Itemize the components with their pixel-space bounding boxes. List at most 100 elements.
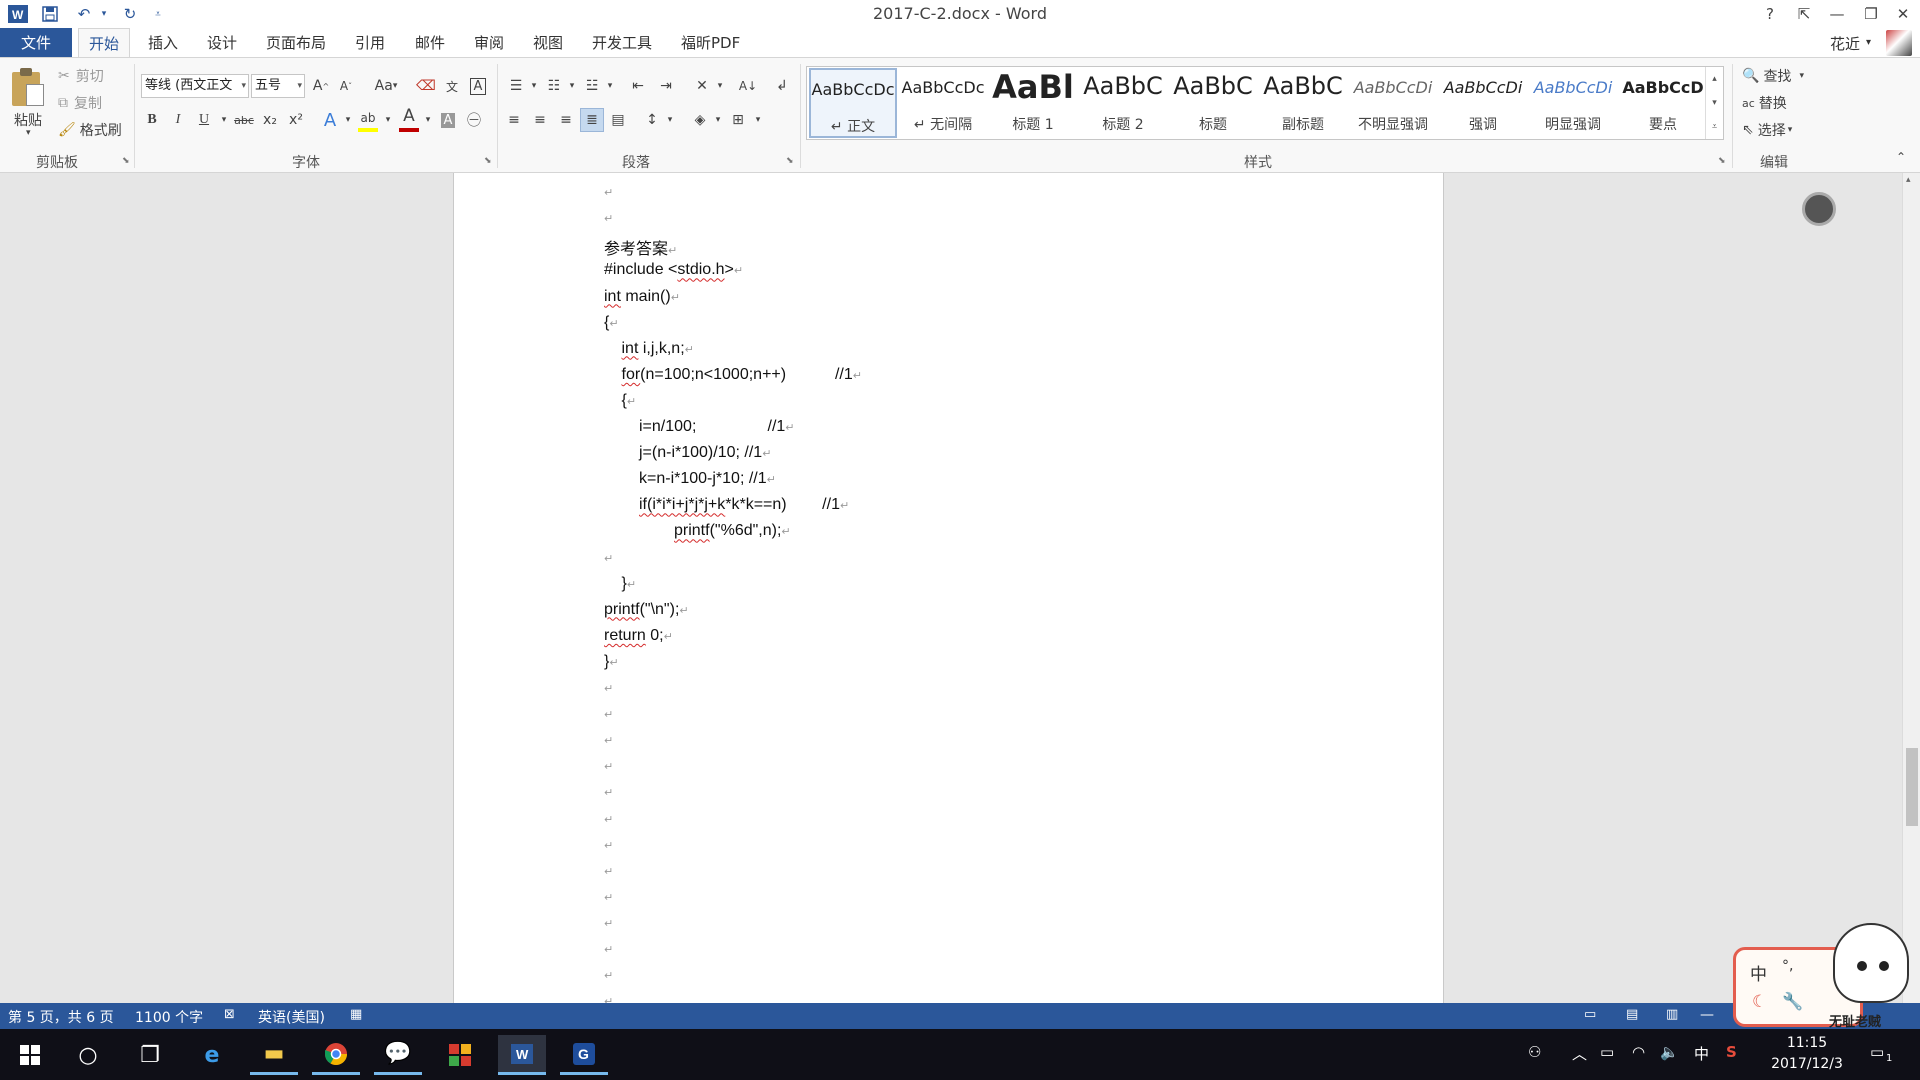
empty-paragraph[interactable]: ↵ — [604, 810, 613, 828]
empty-paragraph[interactable]: ↵ — [604, 731, 613, 749]
empty-paragraph[interactable]: ↵ — [604, 679, 613, 697]
code-line[interactable]: if(i*i*i+j*j*j+k*k*k==n) //1↵ — [639, 496, 849, 514]
empty-paragraph[interactable]: ↵ — [604, 783, 613, 801]
style-subtitle[interactable]: AaBbC 副标题 — [1259, 68, 1347, 138]
strikethrough-button[interactable]: abc — [232, 108, 256, 132]
style-intense-emphasis[interactable]: AaBbCcDi 明显强调 — [1529, 68, 1617, 138]
code-line[interactable]: {↵ — [604, 314, 619, 332]
align-center-icon[interactable]: ≡ — [528, 108, 552, 132]
windows-start-icon[interactable] — [6, 1035, 54, 1075]
edge-icon[interactable]: e — [188, 1035, 236, 1075]
empty-paragraph[interactable]: ↵ — [604, 862, 613, 880]
superscript-button[interactable]: x² — [284, 108, 308, 132]
decrease-indent-icon[interactable]: ⇤ — [626, 74, 650, 98]
empty-paragraph[interactable]: ↵ — [604, 705, 613, 723]
paste-icon[interactable] — [10, 68, 46, 108]
input-language[interactable]: 中 — [1694, 1043, 1709, 1064]
answer-heading[interactable]: 参考答案↵ — [604, 235, 677, 259]
tab-home[interactable]: 开始 — [78, 28, 131, 58]
font-name-combo[interactable]: 等线 (西文正文 ▾ — [141, 74, 249, 98]
vertical-scrollbar[interactable]: ▴ — [1902, 173, 1920, 1003]
distributed-icon[interactable]: ▤ — [606, 108, 630, 132]
scroll-thumb[interactable] — [1906, 748, 1918, 826]
wechat-icon[interactable]: 💬 — [374, 1035, 422, 1075]
shrink-font-icon[interactable]: Aˇ — [334, 74, 358, 98]
tab-insert[interactable]: 插入 — [138, 28, 188, 58]
user-name[interactable]: 花近 — [1830, 33, 1860, 54]
ime-widget[interactable]: 中 °, ☾ 🔧 无耻老贼 — [1733, 923, 1920, 1035]
ribbon-display-options-button[interactable]: ⇱ — [1789, 2, 1819, 26]
zoom-out-button[interactable]: — — [1700, 1007, 1714, 1023]
find-button[interactable]: 🔍 查找 ▾ — [1742, 66, 1804, 86]
empty-paragraph[interactable]: ↵ — [604, 940, 613, 958]
cortana-icon[interactable]: ○ — [64, 1035, 112, 1075]
page-count-status[interactable]: 第 5 页，共 6 页 — [8, 1007, 114, 1027]
clear-formatting-icon[interactable]: ⌫ — [414, 74, 438, 98]
document-page[interactable]: ↵ ↵ ↵ 参考答案↵ #include <stdio.h>↵ int main()↵ {↵… — [453, 173, 1444, 1003]
read-mode-icon[interactable]: ▭ — [1584, 1007, 1596, 1022]
tab-file[interactable]: 文件 — [0, 28, 72, 58]
code-line[interactable]: return 0;↵ — [604, 627, 673, 645]
notification-icon[interactable]: ▭ — [1870, 1043, 1884, 1061]
code-line[interactable]: ↵ — [604, 549, 613, 567]
style-normal[interactable]: AaBbCcDc ↵ 正文 — [809, 68, 897, 138]
align-right-icon[interactable]: ≡ — [554, 108, 578, 132]
tab-view[interactable]: 视图 — [523, 28, 573, 58]
tab-developer[interactable]: 开发工具 — [582, 28, 662, 58]
file-explorer-icon[interactable]: ▬ — [250, 1035, 298, 1075]
replace-button[interactable]: ac 替换 — [1742, 93, 1787, 113]
style-title[interactable]: AaBbC 标题 — [1169, 68, 1257, 138]
empty-paragraph[interactable]: ↵ — [604, 183, 613, 201]
italic-button[interactable]: I — [166, 108, 190, 132]
code-line[interactable]: #include <stdio.h>↵ — [604, 261, 743, 279]
empty-paragraph[interactable]: ↵ — [604, 888, 613, 906]
wifi-icon[interactable]: ◠ — [1632, 1043, 1645, 1061]
word-count-status[interactable]: 1100 个字 — [135, 1007, 203, 1027]
character-shading-icon[interactable]: A — [436, 108, 460, 132]
scroll-up-icon[interactable]: ▴ — [1906, 175, 1911, 185]
styles-scroll-up-icon[interactable]: ▴ — [1705, 67, 1723, 91]
clock[interactable]: 11:15 2017/12/3 — [1762, 1033, 1852, 1075]
empty-paragraph[interactable]: ↵ — [604, 836, 613, 854]
align-left-icon[interactable]: ≡ — [502, 108, 526, 132]
enclose-characters-icon[interactable]: ㊀ — [462, 108, 486, 132]
tab-design[interactable]: 设计 — [197, 28, 247, 58]
volume-icon[interactable]: 🔈 — [1660, 1043, 1679, 1061]
styles-launcher-icon[interactable]: ⬊ — [1718, 156, 1726, 166]
minimize-button[interactable]: — — [1822, 2, 1852, 26]
code-line[interactable]: }↵ — [622, 575, 637, 593]
justify-icon[interactable]: ≣ — [580, 108, 604, 132]
sort-icon[interactable]: A↓ — [736, 74, 760, 98]
style-heading-1[interactable]: AaBl 标题 1 — [989, 68, 1077, 138]
proofing-icon[interactable]: ⊠ — [224, 1007, 235, 1022]
user-dropdown-icon[interactable]: ▾ — [1866, 37, 1871, 48]
style-heading-2[interactable]: AaBbC 标题 2 — [1079, 68, 1167, 138]
empty-paragraph[interactable]: ↵ — [604, 757, 613, 775]
user-avatar[interactable] — [1886, 30, 1912, 56]
battery-icon[interactable]: ▭ — [1600, 1043, 1614, 1061]
foxit-pdf-icon[interactable]: G — [560, 1035, 608, 1075]
code-line[interactable]: j=(n-i*100)/10; //1↵ — [639, 444, 771, 462]
show-formatting-marks-icon[interactable]: ↲ — [770, 74, 794, 98]
font-launcher-icon[interactable]: ⬊ — [484, 156, 492, 166]
style-emphasis[interactable]: AaBbCcDi 强调 — [1439, 68, 1527, 138]
help-button[interactable]: ? — [1755, 2, 1785, 26]
collapse-ribbon-icon[interactable]: ⌃ — [1896, 150, 1906, 164]
tab-foxit-pdf[interactable]: 福昕PDF — [671, 28, 750, 58]
character-border-icon[interactable]: A — [466, 74, 490, 98]
ime-mode-toggle[interactable]: 中 — [1750, 960, 1767, 985]
code-line[interactable]: printf("\n");↵ — [604, 601, 689, 619]
show-hidden-icons-icon[interactable]: ︿ — [1572, 1043, 1587, 1064]
multilevel-dropdown-icon[interactable]: ▾ — [598, 74, 622, 98]
format-painter-button[interactable]: 🖌 格式刷 — [58, 120, 122, 140]
code-line[interactable]: {↵ — [622, 392, 637, 410]
code-line[interactable]: int main()↵ — [604, 288, 680, 306]
close-button[interactable]: ✕ — [1888, 2, 1918, 26]
styles-more-icon[interactable]: ⩡ — [1705, 115, 1723, 139]
macro-recording-icon[interactable]: ▦ — [350, 1007, 362, 1022]
chrome-icon[interactable] — [312, 1035, 360, 1075]
empty-paragraph[interactable]: ↵ — [604, 209, 613, 227]
subscript-button[interactable]: x₂ — [258, 108, 282, 132]
empty-paragraph[interactable]: ↵ — [604, 966, 613, 984]
language-status[interactable]: 英语(美国) — [258, 1007, 325, 1027]
